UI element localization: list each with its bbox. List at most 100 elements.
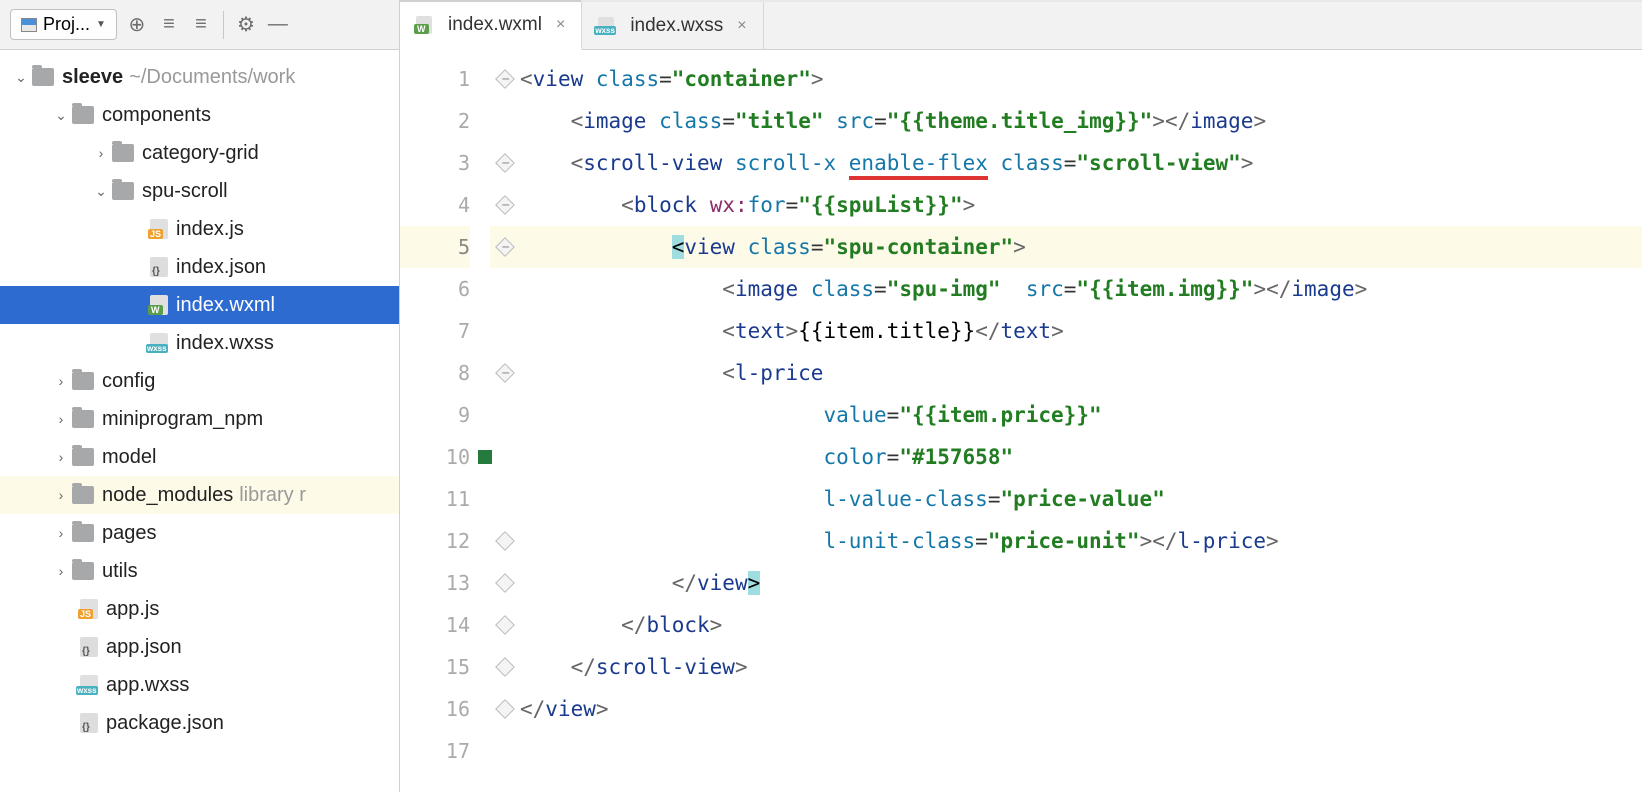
code-line: value="{{item.price}}" <box>520 394 1642 436</box>
folder-icon <box>112 144 134 162</box>
chevron-right-icon: › <box>50 373 72 389</box>
line-number: 11 <box>400 478 470 520</box>
line-number: 15 <box>400 646 470 688</box>
wxss-file-icon <box>150 333 168 353</box>
line-number: 8 <box>400 352 470 394</box>
code-line: </block> <box>520 604 1642 646</box>
project-selector-button[interactable]: Proj... ▼ <box>10 9 117 40</box>
code-line: </view> <box>520 688 1642 730</box>
fold-icon[interactable] <box>495 153 515 173</box>
file-name: app.js <box>106 598 159 621</box>
editor-tabs: index.wxml × index.wxss × <box>400 0 1642 50</box>
tree-file-package-json[interactable]: package.json <box>0 704 399 742</box>
fold-icon[interactable] <box>495 195 515 215</box>
tree-file-index-json[interactable]: index.json <box>0 248 399 286</box>
fold-icon[interactable] <box>495 237 515 257</box>
fold-icon[interactable] <box>495 573 515 593</box>
code-line: <scroll-view scroll-x enable-flex class=… <box>520 142 1642 184</box>
file-name: index.js <box>176 218 244 241</box>
minimize-icon[interactable]: — <box>266 13 290 37</box>
tree-file-app-json[interactable]: app.json <box>0 628 399 666</box>
fold-icon[interactable] <box>495 363 515 383</box>
folder-icon <box>72 410 94 428</box>
chevron-right-icon: › <box>50 487 72 503</box>
folder-name: spu-scroll <box>142 180 228 203</box>
fold-icon[interactable] <box>495 699 515 719</box>
close-icon[interactable]: × <box>556 16 565 34</box>
line-number: 12 <box>400 520 470 562</box>
code-line: color="#157658" <box>520 436 1642 478</box>
project-icon <box>21 18 37 32</box>
line-number: 1 <box>400 58 470 100</box>
expand-icon[interactable]: ≡ <box>157 13 181 37</box>
line-number: 13 <box>400 562 470 604</box>
tree-file-app-js[interactable]: app.js <box>0 590 399 628</box>
folder-name: sleeve <box>62 66 123 89</box>
folder-name: node_modules <box>102 484 233 507</box>
fold-icon[interactable] <box>495 615 515 635</box>
file-tree: ⌄ sleeve ~/Documents/work ⌄ components ›… <box>0 50 399 792</box>
file-name: index.json <box>176 256 266 279</box>
tree-file-index-wxss[interactable]: index.wxss <box>0 324 399 362</box>
file-name: package.json <box>106 712 224 735</box>
code-line: l-value-class="price-value" <box>520 478 1642 520</box>
tab-label: index.wxss <box>630 15 723 37</box>
file-name: app.wxss <box>106 674 189 697</box>
file-name: app.json <box>106 636 182 659</box>
fold-icon[interactable] <box>495 69 515 89</box>
tab-index-wxss[interactable]: index.wxss × <box>582 2 763 49</box>
folder-icon <box>72 106 94 124</box>
wxml-file-icon <box>150 295 168 315</box>
chevron-down-icon: ▼ <box>96 19 106 30</box>
js-file-icon <box>150 219 168 239</box>
code-content[interactable]: <view class="container"> <image class="t… <box>520 50 1642 792</box>
tree-root[interactable]: ⌄ sleeve ~/Documents/work <box>0 58 399 96</box>
fold-icon[interactable] <box>495 657 515 677</box>
line-number: 16 <box>400 688 470 730</box>
folder-name: components <box>102 104 211 127</box>
tree-file-app-wxss[interactable]: app.wxss <box>0 666 399 704</box>
tree-folder-pages[interactable]: › pages <box>0 514 399 552</box>
tree-folder-config[interactable]: › config <box>0 362 399 400</box>
folder-name: miniprogram_npm <box>102 408 263 431</box>
tab-index-wxml[interactable]: index.wxml × <box>400 2 582 50</box>
code-line: </view> <box>520 562 1642 604</box>
wxss-file-icon <box>598 17 614 35</box>
code-line: <text>{{item.title}}</text> <box>520 310 1642 352</box>
chevron-right-icon: › <box>50 411 72 427</box>
folder-name: utils <box>102 560 138 583</box>
tree-folder-miniprogram-npm[interactable]: › miniprogram_npm <box>0 400 399 438</box>
close-icon[interactable]: × <box>737 17 746 35</box>
divider <box>223 11 224 39</box>
tree-folder-node-modules[interactable]: › node_modules library r <box>0 476 399 514</box>
folder-icon <box>32 68 54 86</box>
tree-file-index-js[interactable]: index.js <box>0 210 399 248</box>
gear-icon[interactable]: ⚙ <box>234 13 258 37</box>
tree-file-index-wxml[interactable]: index.wxml <box>0 286 399 324</box>
line-number: 9 <box>400 394 470 436</box>
tree-folder-category-grid[interactable]: › category-grid <box>0 134 399 172</box>
tree-folder-utils[interactable]: › utils <box>0 552 399 590</box>
target-icon[interactable]: ⊕ <box>125 13 149 37</box>
fold-icon[interactable] <box>495 531 515 551</box>
project-toolbar: Proj... ▼ ⊕ ≡ ≡ ⚙ — <box>0 0 399 50</box>
line-number: 4 <box>400 184 470 226</box>
code-line <box>520 730 1642 772</box>
code-line: <view class="spu-container"> <box>520 226 1642 268</box>
line-number: 10 <box>400 436 470 478</box>
collapse-icon[interactable]: ≡ <box>189 13 213 37</box>
chevron-right-icon: › <box>50 525 72 541</box>
line-number: 14 <box>400 604 470 646</box>
chevron-right-icon: › <box>50 449 72 465</box>
folder-name: model <box>102 446 156 469</box>
line-number: 2 <box>400 100 470 142</box>
folder-icon <box>72 562 94 580</box>
js-file-icon <box>80 599 98 619</box>
tree-folder-spu-scroll[interactable]: ⌄ spu-scroll <box>0 172 399 210</box>
code-editor[interactable]: 1 2 3 4 5 6 7 8 9 10 11 12 13 14 15 16 1… <box>400 50 1642 792</box>
code-line: <view class="container"> <box>520 58 1642 100</box>
json-file-icon <box>80 713 98 733</box>
tree-folder-components[interactable]: ⌄ components <box>0 96 399 134</box>
folder-icon <box>72 372 94 390</box>
tree-folder-model[interactable]: › model <box>0 438 399 476</box>
